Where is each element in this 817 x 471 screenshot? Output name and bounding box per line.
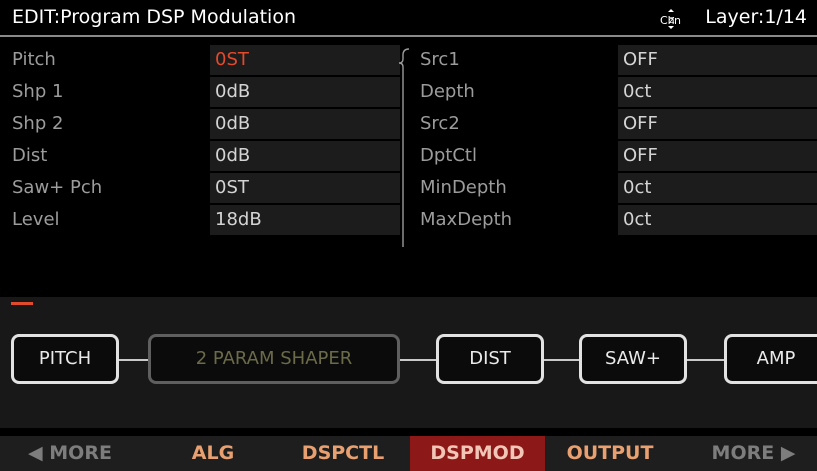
param-row: Depth 0ct bbox=[0, 77, 817, 108]
softkey-dspmod[interactable]: DSPMOD bbox=[410, 436, 545, 471]
alg-block-amp[interactable]: AMP bbox=[724, 334, 817, 384]
channel-zone-icon: Ch n Z bbox=[659, 8, 685, 30]
svg-text:n: n bbox=[674, 14, 681, 27]
alg-block-pitch[interactable]: PITCH bbox=[11, 334, 119, 384]
param-label: MaxDepth bbox=[420, 209, 513, 230]
param-label: Src2 bbox=[420, 113, 460, 134]
param-label: MinDepth bbox=[420, 177, 507, 198]
param-value-dptctl[interactable]: OFF bbox=[618, 141, 817, 171]
param-value-depth[interactable]: 0ct bbox=[618, 77, 817, 107]
param-row: DptCtl OFF bbox=[0, 141, 817, 172]
page-title: EDIT:Program DSP Modulation bbox=[12, 6, 296, 28]
param-value-mindepth[interactable]: 0ct bbox=[618, 173, 817, 203]
softkey-dspctl[interactable]: DSPCTL bbox=[278, 436, 408, 471]
softkey-bar: ◀ MORE ALG DSPCTL DSPMOD OUTPUT MORE ▶ bbox=[0, 436, 817, 471]
param-row: Src2 OFF bbox=[0, 109, 817, 140]
param-row: Src1 OFF bbox=[0, 45, 817, 76]
param-value-src2[interactable]: OFF bbox=[618, 109, 817, 139]
param-label: Depth bbox=[420, 81, 475, 102]
param-value-src1[interactable]: OFF bbox=[618, 45, 817, 75]
alg-block-saw[interactable]: SAW+ bbox=[579, 334, 687, 384]
alg-block-shaper[interactable]: 2 PARAM SHAPER bbox=[148, 334, 400, 384]
param-label: DptCtl bbox=[420, 145, 477, 166]
layer-indicator: Layer:1/14 bbox=[705, 6, 807, 28]
param-row: MinDepth 0ct bbox=[0, 173, 817, 204]
param-row: MaxDepth 0ct bbox=[0, 205, 817, 236]
parameter-area: Pitch 0ST Shp 1 0dB Shp 2 0dB Dist 0dB S… bbox=[0, 37, 817, 297]
svg-text:Z: Z bbox=[669, 16, 675, 25]
param-value-maxdepth[interactable]: 0ct bbox=[618, 205, 817, 235]
softkey-output[interactable]: OUTPUT bbox=[545, 436, 675, 471]
header-bar: EDIT:Program DSP Modulation Ch n Z Layer… bbox=[0, 0, 817, 37]
cursor-marker bbox=[11, 302, 33, 305]
param-label: Src1 bbox=[420, 49, 460, 70]
alg-block-dist[interactable]: DIST bbox=[436, 334, 544, 384]
algorithm-strip bbox=[0, 297, 817, 428]
softkey-more-right[interactable]: MORE ▶ bbox=[690, 436, 817, 471]
softkey-alg[interactable]: ALG bbox=[148, 436, 278, 471]
softkey-more-left[interactable]: ◀ MORE bbox=[0, 436, 140, 471]
